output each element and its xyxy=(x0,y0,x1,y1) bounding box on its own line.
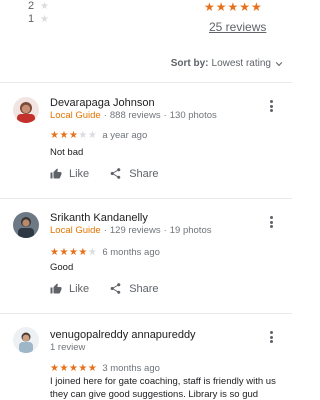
review-actions: Like Share xyxy=(50,167,159,180)
reviews-count-link[interactable]: 25 reviews xyxy=(209,20,266,34)
reviewer-name[interactable]: venugopalreddy annapureddy xyxy=(50,329,196,341)
reviewer-name[interactable]: Srikanth Kandanelly xyxy=(50,212,148,224)
thumbs-up-icon xyxy=(50,168,62,179)
reviewer-meta: Local Guide · 888 reviews · 130 photos xyxy=(50,110,217,121)
share-button[interactable]: Share xyxy=(109,167,159,180)
share-icon xyxy=(110,283,121,294)
star-icon: ★ xyxy=(40,13,49,25)
avatar[interactable] xyxy=(13,327,39,353)
histogram-label: 2 xyxy=(28,0,35,12)
local-guide-badge: Local Guide xyxy=(50,225,101,236)
star-filled-icon: ★ xyxy=(78,363,88,374)
more-options-icon[interactable] xyxy=(268,214,274,230)
star-rating: ★★★★★ xyxy=(50,247,97,258)
reviewer-review-count: 888 reviews xyxy=(109,110,161,121)
reviewer-review-count: 129 reviews xyxy=(109,225,161,236)
like-button[interactable]: Like xyxy=(50,283,89,295)
review-rating: ★★★★★ 6 months ago xyxy=(50,247,160,258)
reviewer-meta: Local Guide · 129 reviews · 19 photos xyxy=(50,225,212,236)
avatar[interactable] xyxy=(13,212,39,238)
review-text: Good xyxy=(50,262,74,273)
share-button[interactable]: Share xyxy=(109,282,159,295)
star-rating: ★★★★★ xyxy=(50,130,97,141)
more-options-icon[interactable] xyxy=(268,98,274,114)
star-filled-icon: ★ xyxy=(78,247,88,258)
sort-label: Sort by: xyxy=(170,58,209,69)
star-empty-icon: ★ xyxy=(78,130,88,141)
histogram-row-2: 2 ★ xyxy=(28,0,49,12)
star-filled-icon: ★ xyxy=(68,130,79,141)
avatar[interactable] xyxy=(13,97,39,123)
review-text: Not bad xyxy=(50,147,84,158)
divider xyxy=(0,82,292,83)
star-filled-icon: ★ xyxy=(59,247,69,258)
average-rating-stars: ★★★★★ xyxy=(204,0,263,14)
review-rating: ★★★★★ 3 months ago xyxy=(50,363,160,374)
star-filled-icon: ★ xyxy=(68,247,79,258)
review-time: 6 months ago xyxy=(102,247,160,258)
star-filled-icon: ★ xyxy=(68,363,79,374)
like-label: Like xyxy=(69,282,90,295)
histogram-row-1: 1 ★ xyxy=(28,13,49,25)
reviewer-photo-count: 130 photos xyxy=(169,110,217,121)
star-filled-icon: ★ xyxy=(87,363,98,374)
histogram-label: 1 xyxy=(28,13,35,25)
share-icon xyxy=(110,168,121,179)
thumbs-up-icon xyxy=(50,283,62,294)
star-filled-icon: ★ xyxy=(59,363,69,374)
reviewer-photo-count: 19 photos xyxy=(169,225,212,236)
reviewer-review-count: 1 review xyxy=(50,342,86,353)
local-guide-badge: Local Guide xyxy=(50,110,101,121)
star-empty-icon: ★ xyxy=(87,247,98,258)
review-card: Srikanth Kandanelly Local Guide · 129 revi… xyxy=(0,210,292,310)
star-empty-icon: ★ xyxy=(87,130,98,141)
review-actions: Like Share xyxy=(50,282,159,295)
star-rating: ★★★★★ xyxy=(50,363,97,374)
like-label: Like xyxy=(69,167,90,180)
rating-summary: 2 ★ 1 ★ ★★★★★ 25 reviews xyxy=(0,0,292,34)
sort-dropdown[interactable]: Sort by: Lowest rating xyxy=(171,58,283,69)
sort-value: Lowest rating xyxy=(211,58,271,69)
share-label: Share xyxy=(129,282,159,295)
review-time: 3 months ago xyxy=(102,363,160,374)
star-icon: ★ xyxy=(40,0,49,12)
share-label: Share xyxy=(129,167,159,180)
like-button[interactable]: Like xyxy=(50,168,89,180)
more-options-icon[interactable] xyxy=(268,329,274,345)
review-rating: ★★★★★ a year ago xyxy=(50,130,147,141)
divider xyxy=(0,313,292,314)
divider xyxy=(0,198,292,199)
star-filled-icon: ★ xyxy=(59,130,69,141)
review-text: I joined here for gate coaching, staff i… xyxy=(50,376,276,400)
chevron-down-icon xyxy=(275,61,283,66)
reviewer-meta: 1 review xyxy=(50,342,85,353)
review-card: Devarapaga Johnson Local Guide · 888 revie… xyxy=(0,95,292,195)
review-card: venugopalreddy annapureddy 1 review ★★★★… xyxy=(0,325,292,400)
reviewer-name[interactable]: Devarapaga Johnson xyxy=(50,97,155,109)
review-time: a year ago xyxy=(102,130,148,141)
